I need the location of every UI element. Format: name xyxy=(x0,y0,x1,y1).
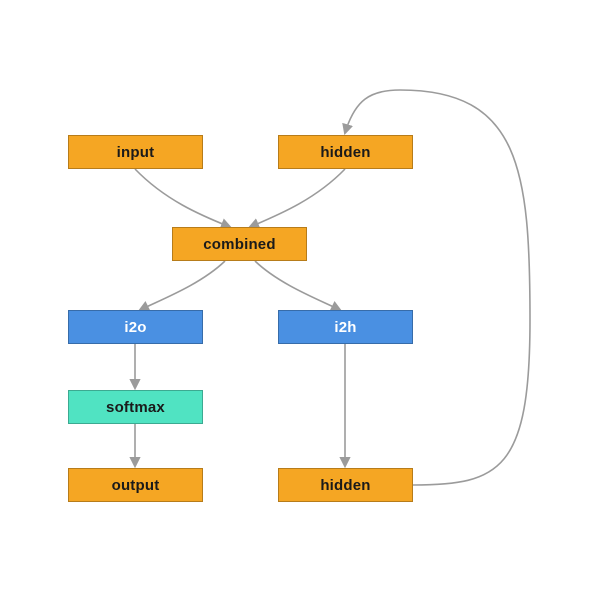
node-softmax: softmax xyxy=(68,390,203,424)
node-combined: combined xyxy=(172,227,307,261)
edge-input-combined xyxy=(135,169,230,227)
node-hidden-top-label: hidden xyxy=(320,144,370,161)
node-hidden-bottom: hidden xyxy=(278,468,413,502)
node-combined-label: combined xyxy=(203,236,275,253)
diagram-canvas: input hidden combined i2o i2h softmax ou… xyxy=(0,0,600,600)
edge-combined-i2o xyxy=(140,261,225,310)
node-input: input xyxy=(68,135,203,169)
node-output: output xyxy=(68,468,203,502)
node-i2h: i2h xyxy=(278,310,413,344)
node-hidden-top: hidden xyxy=(278,135,413,169)
node-i2o-label: i2o xyxy=(124,319,146,336)
node-input-label: input xyxy=(117,144,155,161)
edge-hidden-combined xyxy=(250,169,345,227)
edges-layer xyxy=(0,0,600,600)
edge-combined-i2h xyxy=(255,261,340,310)
node-i2h-label: i2h xyxy=(334,319,356,336)
node-softmax-label: softmax xyxy=(106,399,165,416)
node-output-label: output xyxy=(112,477,160,494)
node-hidden-bottom-label: hidden xyxy=(320,477,370,494)
node-i2o: i2o xyxy=(68,310,203,344)
